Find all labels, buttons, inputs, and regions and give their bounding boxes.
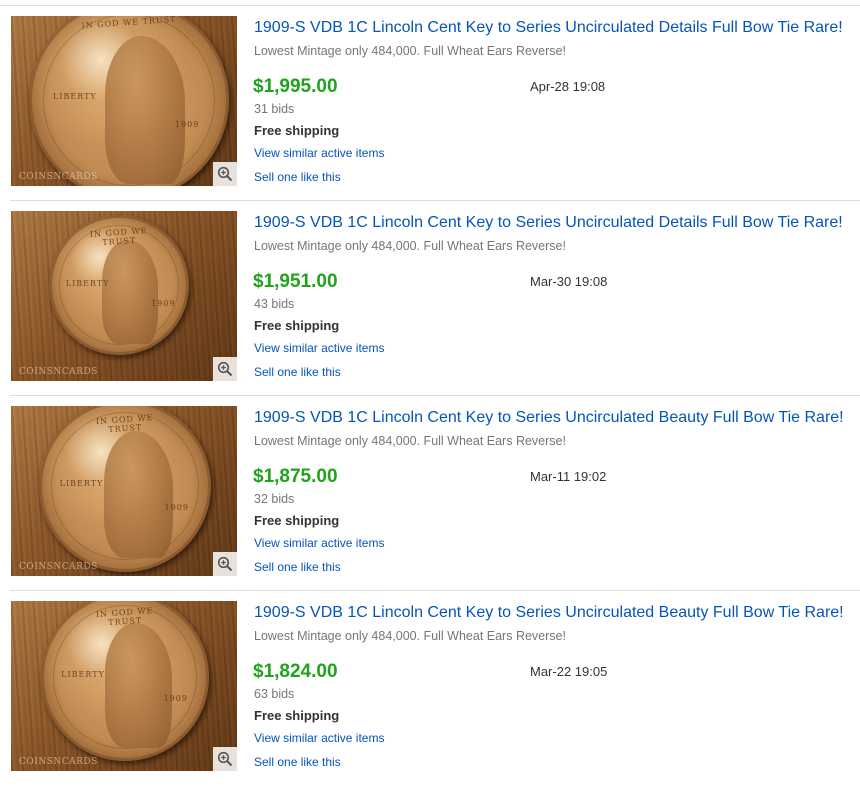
listing-subtitle: Lowest Mintage only 484,000. Full Wheat … [254,629,566,643]
sell-one-like-this-link[interactable]: Sell one like this [254,560,341,574]
image-watermark: COINSNCARDS [19,367,98,377]
coin-liberty: LIBERTY [61,670,105,680]
view-similar-link[interactable]: View similar active items [254,731,384,745]
coin-liberty: LIBERTY [59,479,104,489]
zoom-in-icon [217,361,233,377]
image-watermark: COINSNCARDS [19,562,98,572]
coin-year: 1909 [164,503,189,513]
view-similar-link[interactable]: View similar active items [254,536,384,550]
listing-shipping: Free shipping [254,708,340,723]
view-similar-link[interactable]: View similar active items [254,146,384,160]
listing-bids: 63 bids [254,687,295,701]
listing-end-date: Mar-30 19:08 [530,274,608,289]
image-watermark: COINSNCARDS [19,757,98,767]
listing-item: IN GOD WE TRUST LIBERTY 1909 COINSNCARDS… [0,591,860,786]
listing-subtitle: Lowest Mintage only 484,000. Full Wheat … [254,44,566,58]
zoom-button[interactable] [213,162,237,186]
listing-subtitle: Lowest Mintage only 484,000. Full Wheat … [254,434,566,448]
listing-end-date: Apr-28 19:08 [530,79,606,94]
sell-one-like-this-link[interactable]: Sell one like this [254,365,341,379]
view-similar-link[interactable]: View similar active items [254,341,384,355]
listing-end-date: Mar-11 19:02 [530,469,607,484]
zoom-in-icon [217,751,233,767]
zoom-button[interactable] [213,552,237,576]
listing-bids: 43 bids [254,297,295,311]
listing-shipping: Free shipping [254,513,340,528]
coin-photo: IN GOD WE TRUST LIBERTY 1909 [41,601,209,761]
listing-end-date: Mar-22 19:05 [530,664,608,679]
coin-photo: IN GOD WE TRUST LIBERTY 1909 [29,16,229,186]
listing-price: $1,995.00 [253,76,338,97]
listing-title-link[interactable]: 1909-S VDB 1C Lincoln Cent Key to Series… [254,19,843,37]
listing-price: $1,875.00 [253,466,338,487]
listing-shipping: Free shipping [254,123,340,138]
sell-one-like-this-link[interactable]: Sell one like this [254,755,341,769]
coin-photo: IN GOD WE TRUST LIBERTY 1909 [49,215,189,355]
listing-subtitle: Lowest Mintage only 484,000. Full Wheat … [254,239,566,253]
image-watermark: COINSNCARDS [19,172,98,182]
coin-year: 1909 [151,299,176,308]
coin-year: 1909 [163,693,188,703]
listing-bids: 32 bids [254,492,295,506]
listing-shipping: Free shipping [254,318,340,333]
zoom-button[interactable] [213,747,237,771]
listing-item: IN GOD WE TRUST LIBERTY 1909 COINSNCARDS… [0,6,860,201]
coin-photo: IN GOD WE TRUST LIBERTY 1909 [39,406,211,572]
listing-item: IN GOD WE TRUST LIBERTY 1909 COINSNCARDS… [0,201,860,396]
listing-price: $1,951.00 [253,271,338,292]
listing-image[interactable]: IN GOD WE TRUST LIBERTY 1909 COINSNCARDS [11,601,237,771]
coin-liberty: LIBERTY [53,92,97,101]
listing-bids: 31 bids [254,102,295,116]
coin-year: 1909 [175,120,200,129]
listing-title-link[interactable]: 1909-S VDB 1C Lincoln Cent Key to Series… [254,214,843,232]
listing-image[interactable]: IN GOD WE TRUST LIBERTY 1909 COINSNCARDS [11,406,237,576]
listing-title-link[interactable]: 1909-S VDB 1C Lincoln Cent Key to Series… [254,409,844,427]
listing-price: $1,824.00 [253,661,338,682]
listing-title-link[interactable]: 1909-S VDB 1C Lincoln Cent Key to Series… [254,604,844,622]
zoom-button[interactable] [213,357,237,381]
zoom-in-icon [217,556,233,572]
zoom-in-icon [217,166,233,182]
listing-image[interactable]: IN GOD WE TRUST LIBERTY 1909 COINSNCARDS [11,211,237,381]
sell-one-like-this-link[interactable]: Sell one like this [254,170,341,184]
coin-liberty: LIBERTY [65,279,110,289]
listing-image[interactable]: IN GOD WE TRUST LIBERTY 1909 COINSNCARDS [11,16,237,186]
listing-item: IN GOD WE TRUST LIBERTY 1909 COINSNCARDS… [0,396,860,591]
